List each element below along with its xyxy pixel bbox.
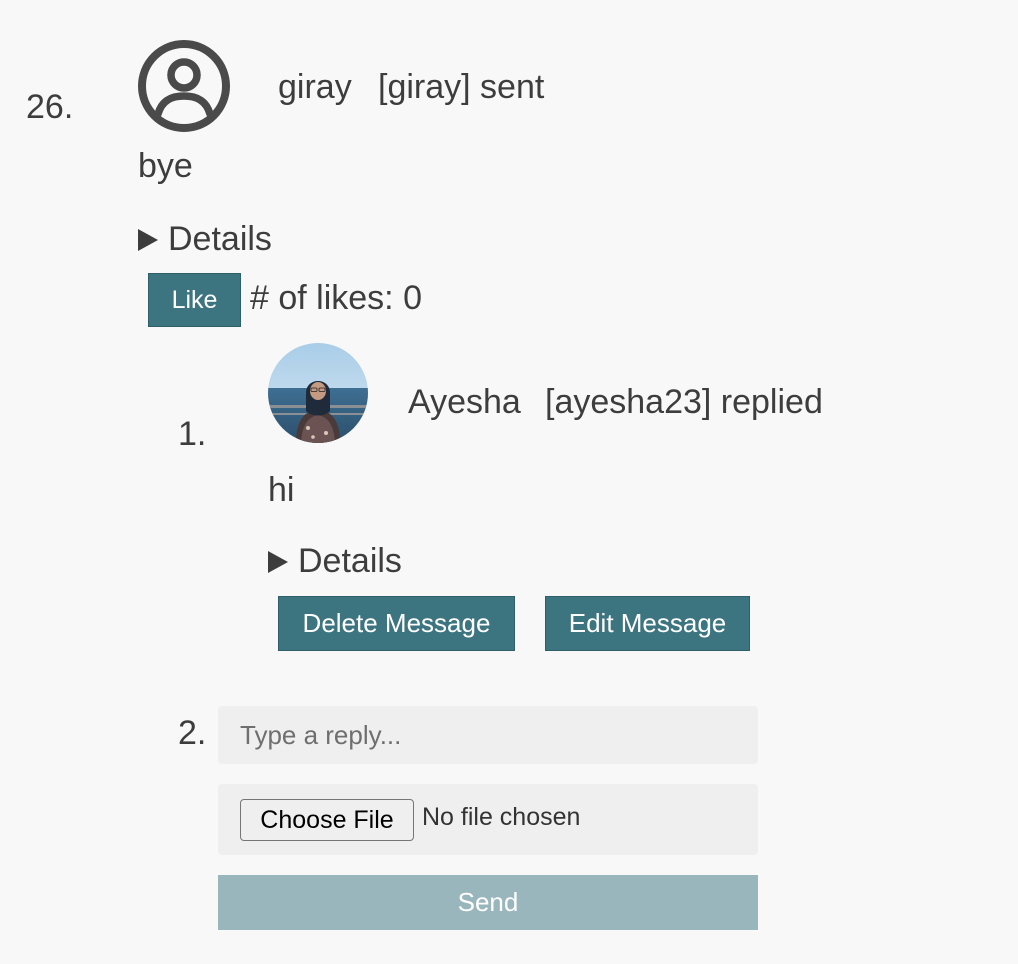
reply-body: hi: [268, 471, 295, 509]
message-details-toggle[interactable]: Details: [138, 220, 272, 259]
delete-message-button[interactable]: Delete Message: [278, 596, 515, 651]
details-label: Details: [298, 542, 402, 580]
edit-message-button[interactable]: Edit Message: [545, 596, 750, 651]
reply-index: 1.: [178, 415, 207, 453]
reply-input[interactable]: [218, 706, 758, 764]
message-header: [giray] sent: [378, 68, 545, 106]
profile-photo-avatar: [268, 343, 368, 443]
compose-index: 2.: [178, 714, 207, 752]
file-status-text: No file chosen: [422, 803, 581, 831]
send-button[interactable]: Send: [218, 875, 758, 930]
reply-details-toggle[interactable]: Details: [268, 542, 402, 581]
choose-file-button[interactable]: Choose File: [240, 799, 414, 841]
likes-count: # of likes: 0: [250, 279, 422, 317]
triangle-right-icon: [268, 550, 288, 573]
user-circle-icon: [136, 38, 232, 134]
message-username: giray: [278, 68, 352, 106]
message-body: bye: [138, 147, 193, 185]
reply-header: [ayesha23] replied: [545, 383, 823, 421]
triangle-right-icon: [138, 228, 158, 251]
message-index: 26.: [26, 88, 74, 126]
like-button[interactable]: Like: [148, 273, 241, 327]
reply-username: Ayesha: [408, 383, 521, 421]
details-label: Details: [168, 220, 272, 258]
